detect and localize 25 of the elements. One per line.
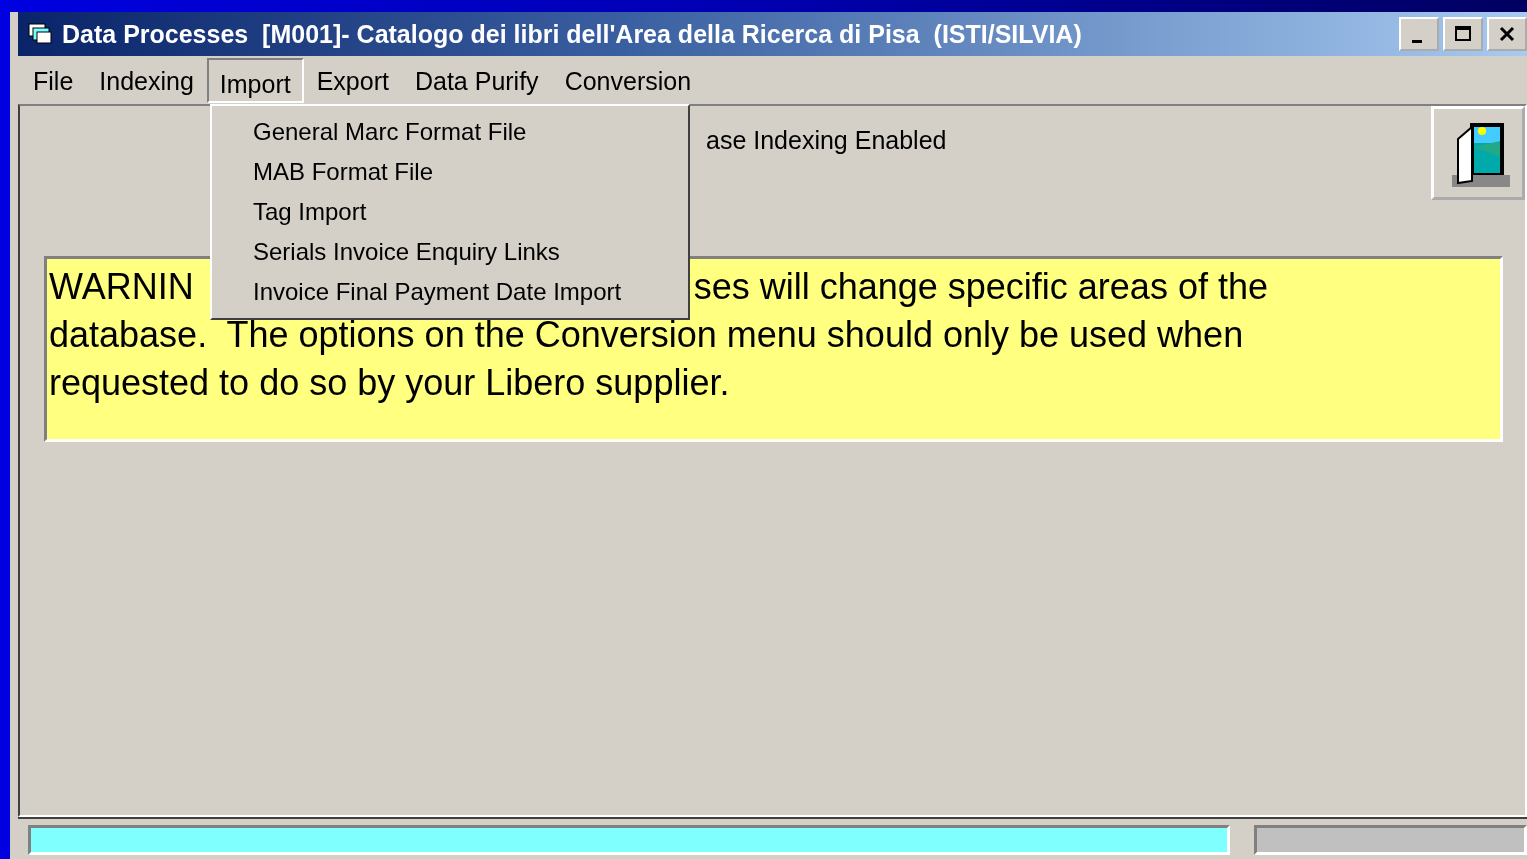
warning-text: database. The options on the Conversion menu should only be used when	[49, 313, 1245, 357]
warning-text: requested to do so by your Libero supplier.	[49, 361, 731, 405]
menu-item[interactable]: Import	[206, 57, 304, 103]
dropdown-item[interactable]: Tag Import	[212, 192, 688, 232]
dropdown-item[interactable]: General Marc Format File	[212, 112, 688, 152]
menu-item[interactable]: Conversion	[551, 58, 705, 102]
minimize-icon	[1412, 39, 1422, 43]
status-label: ase Indexing Enabled	[706, 126, 947, 155]
close-button[interactable]	[1487, 17, 1527, 51]
exit-button[interactable]	[1431, 106, 1525, 200]
warning-text: WARNIN	[49, 265, 194, 309]
minimize-button[interactable]	[1399, 17, 1439, 51]
maximize-button[interactable]	[1443, 17, 1483, 51]
warning-text: ses will change specific areas of the	[693, 265, 1268, 309]
window-title: Data Processes [M001]- Catalogo dei libri dell'Area della Ricerca di Pisa (ISTI/SILVIA)	[62, 19, 1083, 49]
dropdown-item[interactable]: MAB Format File	[212, 152, 688, 192]
menu-item[interactable]: Indexing	[86, 58, 207, 102]
menu-item[interactable]: Data Purify	[401, 58, 552, 102]
documents-icon	[28, 22, 54, 46]
maximize-icon	[1453, 24, 1473, 44]
dropdown-item[interactable]: Serials Invoice Enquiry Links	[212, 232, 688, 272]
menu-item[interactable]: Export	[303, 58, 402, 102]
menu-item[interactable]: File	[20, 58, 87, 102]
dropdown-item[interactable]: Invoice Final Payment Date Import	[212, 272, 688, 312]
close-icon	[1497, 24, 1517, 44]
